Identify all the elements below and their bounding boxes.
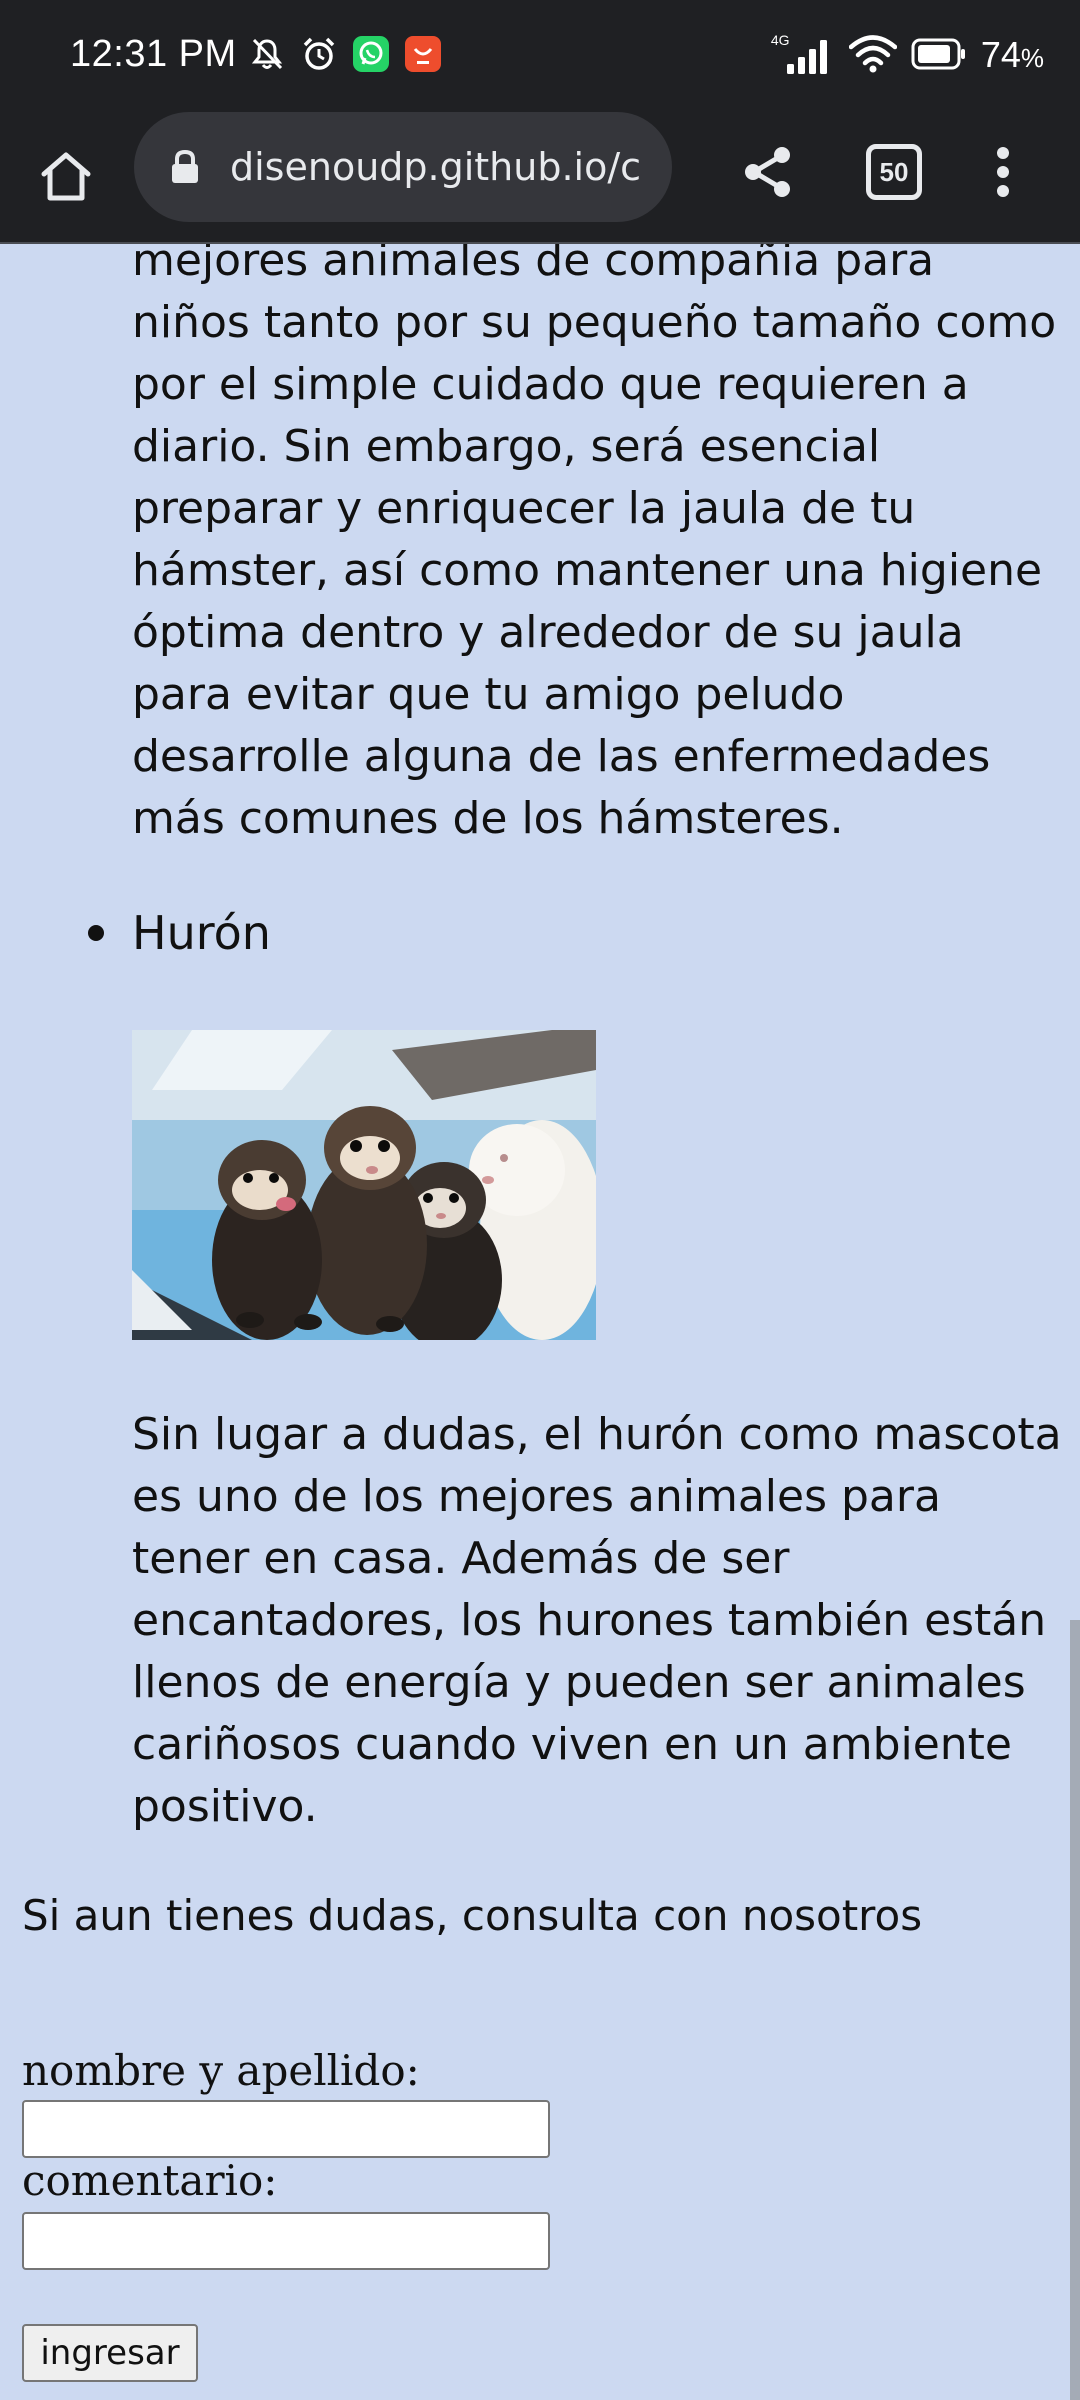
- mute-icon: [248, 35, 286, 77]
- tab-switcher-button[interactable]: 50: [856, 134, 932, 210]
- more-vert-icon: [997, 147, 1009, 197]
- battery-icon: [911, 38, 967, 74]
- consult-text: Si aun tienes dudas, consulta con nosotr…: [22, 1891, 923, 1940]
- status-notification-icons: [248, 36, 442, 76]
- home-button[interactable]: [30, 140, 102, 212]
- page-content: mejores animales de compañia para niños …: [0, 244, 1080, 2400]
- share-button[interactable]: [730, 134, 806, 210]
- url-text[interactable]: disenoudp.github.io/c: [230, 142, 660, 194]
- submit-button[interactable]: ingresar: [22, 2324, 198, 2382]
- wifi-icon: [848, 34, 898, 78]
- list-item-huron: Hurón: [88, 902, 271, 964]
- cellular-signal-icon: 4G: [771, 32, 835, 76]
- comment-field[interactable]: [22, 2212, 550, 2270]
- battery-percent-value: 74: [980, 33, 1021, 75]
- hamster-description: mejores animales de compañia para niños …: [132, 244, 1057, 844]
- share-icon: [745, 147, 790, 197]
- tab-count: 50: [866, 144, 922, 200]
- home-icon: [41, 152, 91, 201]
- status-system-icons: 4G 74%: [771, 32, 1044, 80]
- status-time: 12:31 PM: [70, 33, 237, 75]
- lock-icon[interactable]: [170, 149, 200, 184]
- huron-description: Sin lugar a dudas, el hurón como mascota…: [132, 1409, 1062, 1832]
- alarm-icon: [300, 35, 338, 77]
- menu-button[interactable]: [968, 134, 1038, 210]
- bullet-dot: [88, 925, 104, 941]
- name-field[interactable]: [22, 2100, 550, 2158]
- browser-toolbar: disenoudp.github.io/c 50: [0, 112, 1080, 244]
- name-label: nombre y apellido:: [22, 2046, 420, 2095]
- battery-percent-suffix: %: [1020, 42, 1044, 73]
- list-item-title: Hurón: [132, 906, 271, 960]
- whatsapp-icon: [352, 35, 390, 77]
- status-bar: 12:31 PM 4G 74%: [0, 0, 1080, 112]
- url-bar[interactable]: disenoudp.github.io/c: [134, 112, 672, 222]
- battery-percentage: 74%: [981, 33, 1044, 80]
- ferret-photo: [132, 1030, 596, 1340]
- comment-label: comentario:: [22, 2156, 278, 2205]
- scrollbar-thumb[interactable]: [1070, 1620, 1080, 2400]
- notification-app-icon: [404, 35, 442, 77]
